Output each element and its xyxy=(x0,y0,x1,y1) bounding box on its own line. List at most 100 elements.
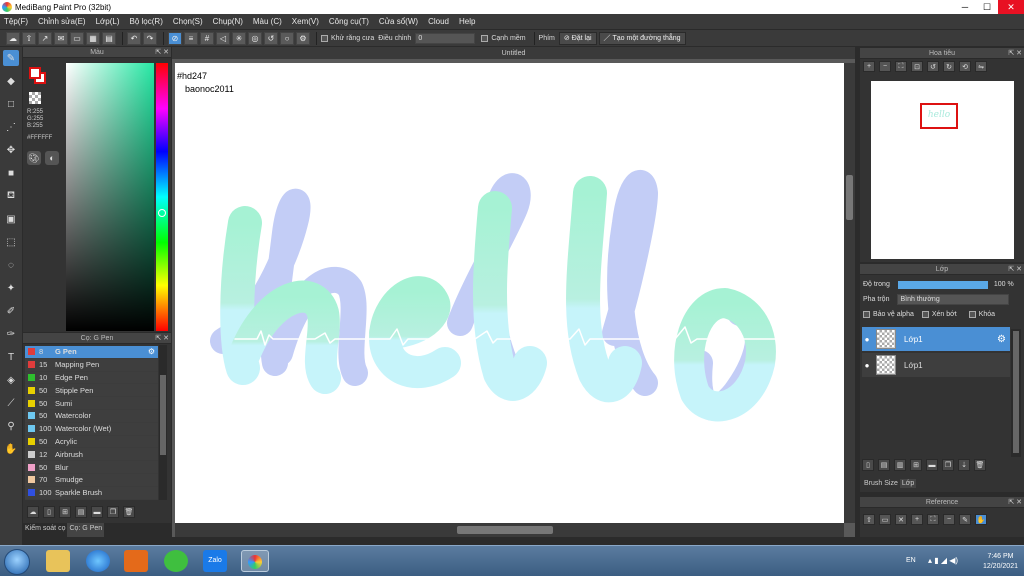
rect-tool-icon[interactable]: □ xyxy=(3,96,19,112)
select-eraser-icon[interactable]: ✑ xyxy=(3,326,19,342)
antialias-checkbox[interactable] xyxy=(321,34,328,42)
brush-file-icon[interactable]: ▤ xyxy=(75,506,87,518)
fill-rect-icon[interactable]: ■ xyxy=(3,165,19,181)
hue-slider[interactable] xyxy=(156,63,168,331)
menu-snap[interactable]: Chụp(N) xyxy=(213,17,243,26)
brush-item[interactable]: 50 Blur xyxy=(25,461,158,474)
new-8bit-layer-icon[interactable]: ▥ xyxy=(894,459,906,471)
fit-icon[interactable]: ⛶ xyxy=(895,61,907,72)
snap-vanish-icon[interactable]: ◁ xyxy=(216,31,230,45)
grid-icon[interactable]: ▦ xyxy=(86,31,100,45)
folder-icon[interactable] xyxy=(46,550,70,572)
brush-item[interactable]: 8 G Pen ⚙ xyxy=(25,346,158,359)
zoom-out-icon[interactable]: − xyxy=(879,61,891,72)
zoom-in-icon[interactable]: + xyxy=(863,61,875,72)
brush-item[interactable]: 50 Stipple Pen xyxy=(25,384,158,398)
saturation-value-square[interactable] xyxy=(66,63,154,331)
visibility-icon[interactable]: ● xyxy=(862,335,872,344)
actual-size-icon[interactable]: ⊡ xyxy=(911,61,923,72)
menu-file[interactable]: Tệp(F) xyxy=(4,17,28,26)
hand-icon[interactable]: ✋ xyxy=(975,514,987,525)
opacity-slider[interactable] xyxy=(897,280,988,289)
cloud-icon[interactable]: ☁ xyxy=(6,31,20,45)
menu-window[interactable]: Cửa sổ(W) xyxy=(379,17,418,26)
snap-circle-icon[interactable]: ◎ xyxy=(248,31,262,45)
pen-tool-icon[interactable]: ✎ xyxy=(3,50,19,66)
cloud-download-icon[interactable]: ☁ xyxy=(27,506,39,518)
pin-icon[interactable]: ⇱ ✕ xyxy=(155,334,169,342)
foreground-color-swatch[interactable] xyxy=(29,67,41,79)
line-button[interactable]: ／ Tạo một đường thẳng xyxy=(598,31,686,45)
snap-curve-icon[interactable]: ↺ xyxy=(264,31,278,45)
menu-layer[interactable]: Lớp(L) xyxy=(96,17,120,26)
card-icon[interactable]: ▭ xyxy=(70,31,84,45)
menu-color[interactable]: Màu (C) xyxy=(253,17,282,26)
brush-item[interactable]: 70 Smudge xyxy=(25,473,158,487)
reset-button[interactable]: ⊘ Đặt lại xyxy=(558,31,597,45)
brush-item[interactable]: 15 Mapping Pen xyxy=(25,358,158,372)
layer-item-selected[interactable]: ● Lớp1 ⚙ xyxy=(862,327,1010,351)
close-ref-icon[interactable]: ✕ xyxy=(895,514,907,525)
tab-brush[interactable]: Cọ: G Pen xyxy=(67,523,105,537)
menu-cloud[interactable]: Cloud xyxy=(428,17,449,26)
folder-icon[interactable]: ▬ xyxy=(91,506,103,518)
adjust-field[interactable]: 0 xyxy=(415,32,476,44)
brush-settings-icon[interactable]: ⚙ xyxy=(148,347,155,356)
clipping-checkbox[interactable] xyxy=(921,311,929,318)
snap-parallel-icon[interactable]: ≡ xyxy=(184,31,198,45)
new-layer-halftone-icon[interactable]: ▤ xyxy=(878,459,890,471)
fit-icon[interactable]: ⛶ xyxy=(927,514,939,525)
brush-item[interactable]: 50 Sumi xyxy=(25,397,158,410)
brush-item[interactable]: 100 Sparkle Brush xyxy=(25,486,158,500)
lock-checkbox[interactable] xyxy=(968,311,976,318)
menu-help[interactable]: Help xyxy=(459,17,475,26)
pin-icon[interactable]: ⇱ ✕ xyxy=(1008,49,1022,57)
canvas-vertical-scrollbar[interactable] xyxy=(844,63,855,523)
text-tool-icon[interactable]: T xyxy=(3,349,19,365)
tray-icons[interactable]: ▴ ▮ ◢ ◀) xyxy=(928,556,958,565)
flip-icon[interactable]: ⇋ xyxy=(975,61,987,72)
rotate-left-icon[interactable]: ↺ xyxy=(927,61,939,72)
edge-checkbox[interactable] xyxy=(481,34,489,42)
pin-icon[interactable]: ⇱ ✕ xyxy=(1008,265,1022,273)
snap-off-icon[interactable]: ⊘ xyxy=(168,31,182,45)
brush-scrollbar[interactable] xyxy=(159,345,167,500)
merge-layer-icon[interactable]: ⇣ xyxy=(958,459,970,471)
transparent-swatch[interactable] xyxy=(29,92,41,104)
move-tool-icon[interactable]: ✥ xyxy=(3,142,19,158)
eyedropper-icon[interactable]: ✎ xyxy=(959,514,971,525)
canvas-horizontal-scrollbar[interactable] xyxy=(175,523,844,537)
bucket-tool-icon[interactable]: ⛾ xyxy=(3,188,19,204)
media-player-icon[interactable] xyxy=(124,550,148,572)
delete-icon[interactable]: 🗑︎ xyxy=(123,506,135,518)
new-layer-icon[interactable]: ▯ xyxy=(862,459,874,471)
tab-brush-size[interactable]: Brush Size xyxy=(862,479,900,488)
snap-ellipse-icon[interactable]: ○ xyxy=(280,31,294,45)
pin-icon[interactable]: ⇱ ✕ xyxy=(1008,498,1022,506)
coccoc-icon[interactable] xyxy=(164,550,188,572)
share-icon[interactable]: ↗ xyxy=(38,31,52,45)
zalo-icon[interactable]: Zalo xyxy=(203,550,227,572)
minimize-button[interactable]: ─ xyxy=(954,0,976,14)
color-picker-icon[interactable]: ◐ xyxy=(45,151,59,165)
layer-item[interactable]: ● Lớp1 xyxy=(862,353,1010,377)
document-tab[interactable]: Untitled xyxy=(172,47,855,59)
navigator-viewport-rect[interactable]: hello xyxy=(920,103,958,129)
snap-radial-icon[interactable]: ✳ xyxy=(232,31,246,45)
rotate-right-icon[interactable]: ↻ xyxy=(943,61,955,72)
menu-edit[interactable]: Chỉnh sửa(E) xyxy=(38,17,86,26)
menu-filter[interactable]: Bộ lọc(R) xyxy=(130,17,163,26)
brush-item[interactable]: 100 Watercolor (Wet) xyxy=(25,422,158,436)
tab-layer[interactable]: Lớp xyxy=(899,479,917,488)
upload-icon[interactable]: ⇧ xyxy=(863,514,875,525)
upload-icon[interactable]: ⇧ xyxy=(22,31,36,45)
brush-item[interactable]: 10 Edge Pen xyxy=(25,371,158,385)
add-brush-icon[interactable]: ⊞ xyxy=(59,506,71,518)
pin-icon[interactable]: ⇱ ✕ xyxy=(155,48,169,56)
reset-rotation-icon[interactable]: ⟲ xyxy=(959,61,971,72)
hand-tool-icon[interactable]: ✋ xyxy=(3,441,19,457)
zoom-in-icon[interactable]: + xyxy=(911,514,923,525)
add-layer-menu-icon[interactable]: ⊞ xyxy=(910,459,922,471)
layer-settings-icon[interactable]: ⚙ xyxy=(997,334,1006,345)
visibility-icon[interactable]: ● xyxy=(862,361,872,370)
